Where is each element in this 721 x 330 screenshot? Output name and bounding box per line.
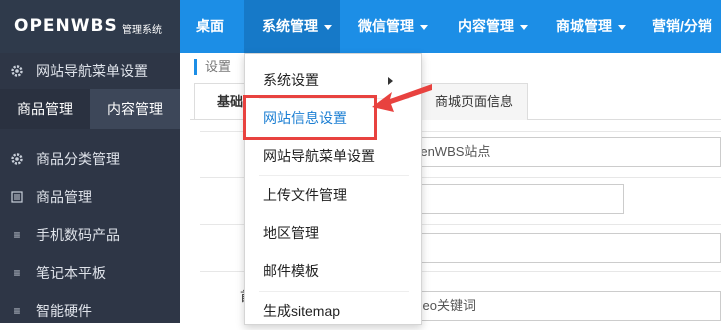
sidebar-tabs: 商品管理 内容管理 — [0, 89, 180, 129]
nav-content-management[interactable]: 内容管理 — [458, 0, 528, 53]
sidebar-item-label: 商品管理 — [36, 189, 92, 205]
sidebar-item-label: 手机数码产品 — [36, 227, 120, 243]
sidebar-tab-content[interactable]: 内容管理 — [90, 89, 180, 129]
site-name-field[interactable]: 新的OpenWBS站点 — [376, 137, 721, 167]
chevron-down-icon — [324, 24, 332, 30]
sidebar-item-category[interactable]: 商品分类管理 — [0, 140, 180, 178]
gear-icon — [10, 140, 24, 181]
sidebar-item-products[interactable]: 商品管理 — [0, 178, 180, 216]
gear-icon — [10, 53, 24, 91]
sidebar-item-label: 智能硬件 — [36, 303, 92, 319]
list-icon — [10, 178, 24, 218]
nav-shop-management[interactable]: 商城管理 — [556, 0, 626, 53]
sidebar: 网站导航菜单设置 商品管理 内容管理 商品分类管理 商品管理 ≡ 手机数码产品 … — [0, 53, 180, 323]
menu-item-email-templates[interactable]: 邮件模板 — [245, 252, 421, 290]
sidebar-header-label: 网站导航菜单设置 — [36, 63, 148, 79]
sidebar-item-label: 笔记本平板 — [36, 265, 106, 281]
menu-item-generate-sitemap[interactable]: 生成sitemap — [245, 292, 421, 330]
menu-icon: ≡ — [13, 304, 21, 318]
highlight-box — [243, 95, 377, 140]
sidebar-item-label: 商品分类管理 — [36, 151, 120, 167]
logo-subtitle: 管理系统 — [122, 25, 162, 36]
breadcrumb: 设置 — [194, 59, 231, 75]
sidebar-item-phones[interactable]: ≡ 手机数码产品 — [0, 216, 180, 254]
sidebar-item-laptops[interactable]: ≡ 笔记本平板 — [0, 254, 180, 292]
site-home-field[interactable]: 页 — [376, 233, 721, 263]
chevron-down-icon — [520, 24, 528, 30]
chevron-down-icon — [420, 24, 428, 30]
nav-marketing[interactable]: 营销/分销 — [652, 0, 712, 53]
nav-system-management[interactable]: 系统管理 — [244, 0, 340, 53]
logo[interactable]: OPENWBS — [14, 16, 118, 36]
logo-area: OPENWBS 管理系统 — [0, 0, 180, 53]
annotation-arrow-icon — [372, 84, 432, 112]
nav-wechat-management[interactable]: 微信管理 — [358, 0, 428, 53]
menu-icon: ≡ — [13, 228, 21, 242]
sidebar-tab-products[interactable]: 商品管理 — [0, 89, 90, 129]
top-navbar: OPENWBS 管理系统 桌面 系统管理 微信管理 内容管理 商城管理 营销/分… — [0, 0, 721, 53]
tab-shop-page-info[interactable]: 商城页面信息 — [420, 83, 528, 120]
menu-item-nav-menu-settings[interactable]: 网站导航菜单设置 — [245, 137, 421, 175]
sidebar-header[interactable]: 网站导航菜单设置 — [0, 53, 180, 89]
seo-keywords-field[interactable]: 的网站seo关键词 — [376, 291, 721, 321]
menu-icon: ≡ — [13, 266, 21, 280]
sidebar-item-smart-hardware[interactable]: ≡ 智能硬件 — [0, 292, 180, 330]
chevron-down-icon — [618, 24, 626, 30]
menu-item-upload-files[interactable]: 上传文件管理 — [245, 176, 421, 214]
nav-desktop[interactable]: 桌面 — [196, 0, 224, 53]
menu-item-region-management[interactable]: 地区管理 — [245, 214, 421, 252]
